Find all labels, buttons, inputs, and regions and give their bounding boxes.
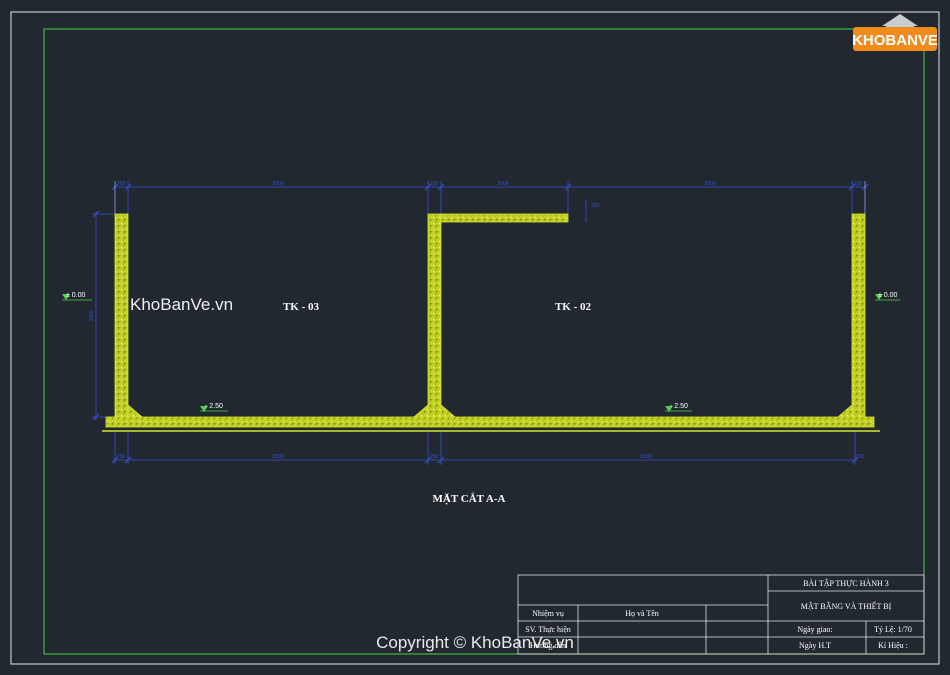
khobanve-logo: KHOBANVE [852,14,938,51]
level-right-outer-text: ± 0.00 [878,292,898,299]
dim-left-height: 3000 [89,310,95,321]
dim-bottom-5: 250 [856,454,865,460]
watermark-copyright: Copyright © KhoBanVe.vn [376,633,574,652]
outer-sheet-border [10,11,940,665]
base-slab [105,416,875,428]
col-name: Họ và Tên [625,609,659,618]
level-marker-left-outer: ± 0.00 [62,292,92,301]
level-marker-right-inner: - 2.50 [665,403,692,412]
dim-bottom-4: 5000 [640,454,651,460]
level-left-inner-text: - 2.50 [205,403,223,410]
dim-bottom-1: 250 [117,454,126,460]
col-task: Nhiệm vụ [532,609,564,618]
drawing-name: MẶT BẰNG VÀ THIẾT BỊ [801,601,892,611]
haunch-mid-right [440,404,457,418]
dim-top-1: 250 [117,181,126,187]
level-left-outer-text: ± 0.00 [66,292,86,299]
dim-top-6: 250 [854,181,863,187]
haunch-left [127,404,144,418]
cad-drawing-canvas: KHOBANVE 250 3000 250 2000 3000 250 250 … [10,11,940,665]
dim-top-2: 3000 [272,181,283,187]
middle-wall [427,213,442,418]
dim-bottom-3: 250 [430,454,439,460]
level-right-inner-text: - 2.50 [670,403,688,410]
scale: Tỷ Lệ: 1/70 [874,625,912,634]
date-given: Ngày giao: [797,625,832,634]
watermark-center: KhoBanVe.vn [130,295,233,314]
dim-top-5: 3000 [704,181,715,187]
haunch-mid-left [412,404,429,418]
date-done: Ngày H.T [799,641,831,650]
symbol: Kí Hiệu : [878,641,908,650]
wall-outlines [114,181,866,214]
dim-top-3: 250 [430,181,439,187]
logo-text: KHOBANVE [852,32,938,49]
left-wall [114,213,129,418]
dim-top-4: 2000 [497,181,508,187]
title-block-text: BÀI TẬP THỰC HÀNH 3 MẶT BẰNG VÀ THIẾT BỊ… [525,578,912,650]
haunch-right [836,404,853,418]
level-marker-left-inner: - 2.50 [200,403,228,412]
dim-bottom-2: 3000 [272,454,283,460]
level-marker-right-outer: ± 0.00 [875,292,900,301]
inner-drawing-border [43,28,925,655]
dim-notch: 250 [591,203,600,209]
tank-label-tk02: TK - 02 [555,301,592,313]
bottom-dimension-values: 250 3000 250 5000 250 [117,454,865,460]
project-title: BÀI TẬP THỰC HÀNH 3 [803,578,889,588]
section-title: MẶT CẮT A-A [433,492,506,505]
tank-label-tk03: TK - 03 [283,301,320,313]
concrete-structure [105,213,875,428]
top-slab [440,213,569,223]
top-dimension-values: 250 3000 250 2000 3000 250 [117,181,863,187]
right-wall [851,213,866,418]
